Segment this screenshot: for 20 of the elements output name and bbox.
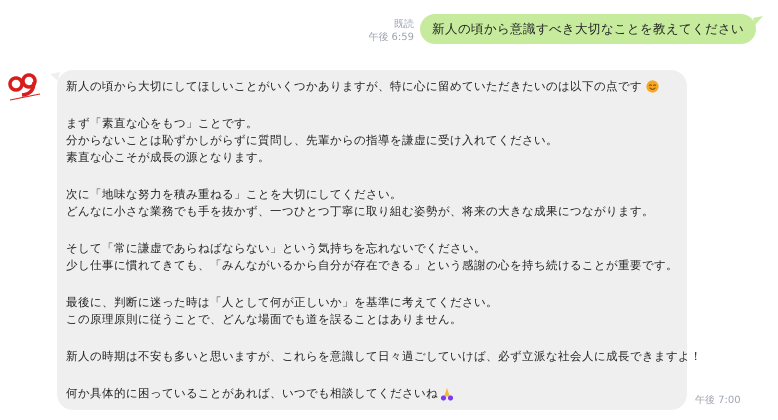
praying-hands-icon: [440, 386, 454, 400]
smiling-face-icon: [646, 80, 659, 93]
message-text: 新人の頃から大切にしてほしいことがいくつかありますが、特に心に留めていただきたいのは以下の点です: [66, 78, 642, 95]
logo-icon: [8, 72, 42, 102]
message-text: 分からないことは恥ずかしがらずに質問し、先輩からの指導を謙虚に受け入れてください。: [66, 132, 558, 149]
message-text: 新人の時期は不安も多いと思いますが、これらを意識して日々過ごしていけば、必ず立派な社会人に成長できますよ！: [66, 348, 702, 365]
message-text: 最後に、判断に迷った時は「人として何が正しいか」を基準に考えてください。: [66, 294, 498, 311]
read-receipt: 既読: [394, 18, 414, 31]
message-text: 次に「地味な努力を積み重ねる」ことを大切にしてください。: [66, 186, 402, 203]
message-time: 午後 7:00: [695, 394, 741, 408]
message-text: 素直な心こそが成長の源となります。: [66, 149, 270, 166]
message-time: 午後 6:59: [368, 31, 414, 44]
message-text: まず「素直な心をもつ」ことです。: [66, 115, 258, 132]
message-text: 何か具体的に困っていることがあれば、いつでも相談してくださいね: [66, 385, 438, 402]
message-text: どんなに小さな業務でも手を抜かず、一つひとつ丁寧に取り組む姿勢が、将来の大きな成果につながります。: [66, 203, 654, 220]
message-text: 少し仕事に慣れてきても、「みんながいるから自分が存在できる」という感謝の心を持ち続けることが重要です。: [66, 257, 678, 274]
bubble-tail-icon: [753, 16, 763, 26]
message-text: そして「常に謙虚であらねばならない」という気持ちを忘れないでください。: [66, 240, 486, 257]
sent-message-bubble: 新人の頃から意識すべき大切なことを教えてください: [420, 14, 756, 44]
message-text: この原理原則に従うことで、どんな場面でも道を誤ることはありません。: [66, 311, 462, 328]
